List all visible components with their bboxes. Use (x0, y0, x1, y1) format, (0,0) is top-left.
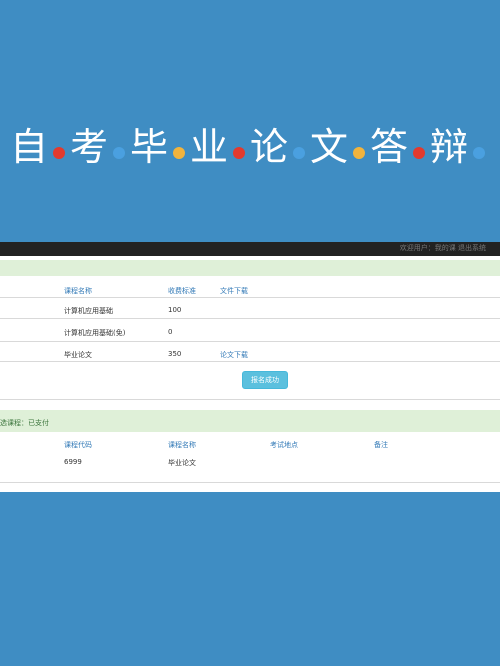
decor-dot (473, 147, 486, 159)
divider (0, 341, 500, 342)
divider (0, 399, 500, 400)
header-course-name: 课程名称 (168, 441, 196, 449)
row-course-name: 计算机应用基础(免) (64, 329, 126, 337)
decor-dot (293, 147, 306, 159)
exam-section-title: 选课程：已支付 (0, 419, 49, 427)
header-file-download: 文件下载 (220, 287, 248, 295)
divider (0, 297, 500, 298)
registration-success-button[interactable]: 报名成功 (242, 371, 288, 389)
decor-dot (413, 147, 426, 159)
title-char: 文 (310, 125, 349, 169)
title-char: 自 (9, 125, 48, 169)
divider (0, 318, 500, 319)
header-fee-standard: 收费标准 (168, 287, 196, 295)
banner-title: 自 考 毕 业 论 文 答 辩 (0, 112, 500, 182)
fee-section-header (0, 260, 500, 276)
row-fee: 350 (168, 350, 182, 358)
divider (0, 482, 500, 483)
title-char: 论 (250, 125, 289, 169)
exam-course-code: 6999 (64, 458, 82, 466)
row-fee: 0 (168, 328, 173, 336)
header-course-name: 课程名称 (64, 287, 92, 295)
title-char: 答 (370, 125, 409, 169)
title-char: 考 (69, 125, 108, 169)
title-char: 辩 (430, 125, 469, 169)
divider (0, 361, 500, 362)
title-char: 业 (189, 125, 228, 169)
row-course-name: 计算机应用基础 (64, 307, 113, 315)
exam-course-name: 毕业论文 (168, 459, 196, 467)
user-info[interactable]: 欢迎用户：我的课 退出系统 (400, 243, 486, 253)
header-course-code: 课程代码 (64, 441, 92, 449)
exam-section-header (0, 410, 500, 432)
row-course-name: 毕业论文 (64, 351, 92, 359)
decor-dot (112, 147, 125, 159)
web-page-screenshot: 欢迎用户：我的课 退出系统 课程名称 收费标准 文件下载 计算机应用基础 100… (0, 242, 500, 492)
top-navbar: 欢迎用户：我的课 退出系统 (0, 242, 500, 256)
header-exam-location: 考试地点 (270, 441, 298, 449)
thesis-download-link[interactable]: 论文下载 (220, 350, 248, 360)
row-fee: 100 (168, 306, 182, 314)
title-char: 毕 (129, 125, 168, 169)
header-remarks: 备注 (374, 441, 388, 449)
decor-dot (172, 147, 185, 159)
decor-dot (52, 147, 65, 159)
decor-dot (353, 147, 366, 159)
decor-dot (233, 147, 245, 159)
